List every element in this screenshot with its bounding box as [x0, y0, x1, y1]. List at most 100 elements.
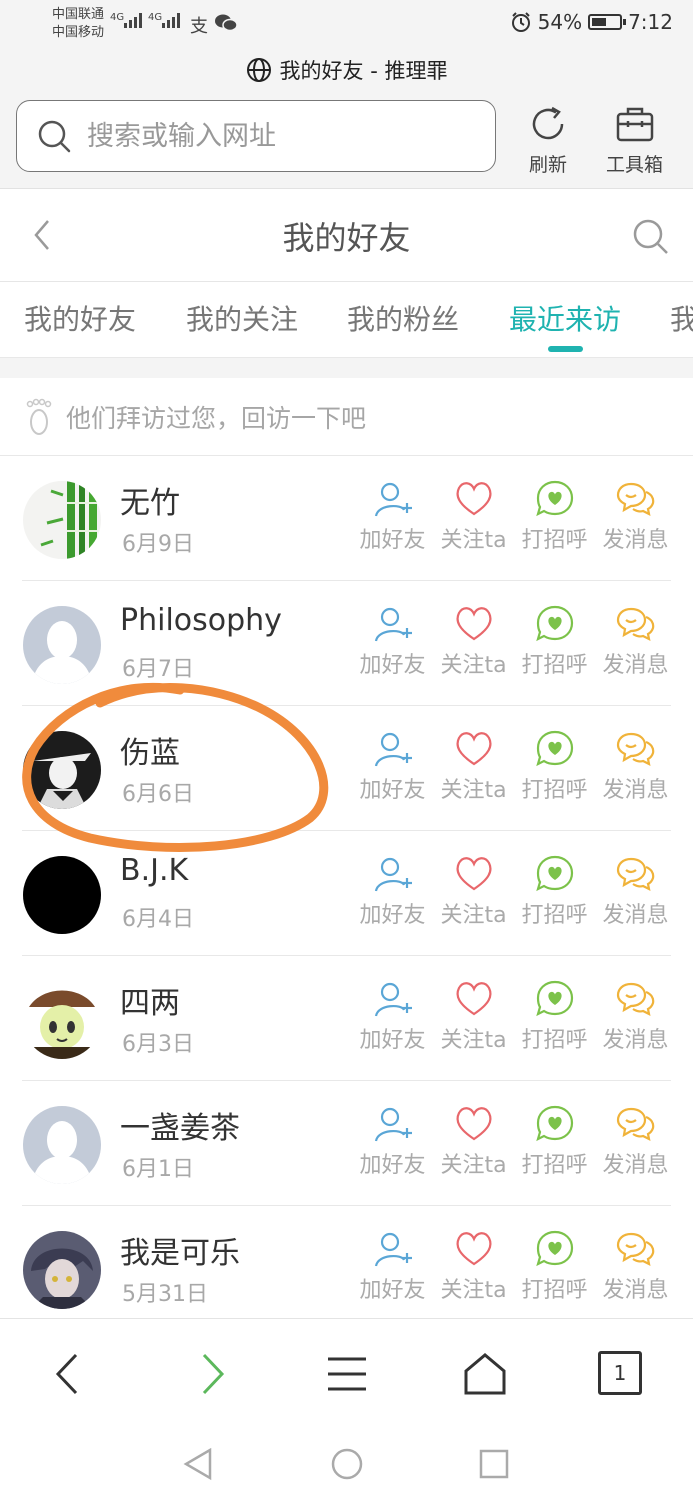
- visitor-name[interactable]: Philosophy: [120, 603, 282, 638]
- greet-icon: [535, 605, 573, 642]
- browser-back-icon[interactable]: [44, 1349, 94, 1399]
- greet-icon: [535, 730, 573, 767]
- alarm-icon: [511, 12, 530, 32]
- visitor-row[interactable]: B.J.K 6月4日 加好友 关注ta 打招呼 发消息: [0, 831, 693, 956]
- add-friend-button[interactable]: 加好友: [352, 853, 433, 929]
- follow-button[interactable]: 关注ta: [433, 978, 514, 1054]
- clock: 7:12: [628, 10, 673, 34]
- avatar[interactable]: [23, 981, 101, 1059]
- add-friend-icon: [374, 732, 412, 767]
- status-bar: 中国联通 中国移动 4G 4G 支 54% 7:12: [0, 0, 693, 48]
- visitor-name[interactable]: 一盏姜茶: [120, 1103, 240, 1147]
- tab-fans[interactable]: 我的粉丝: [347, 298, 459, 338]
- system-recents-icon[interactable]: [474, 1444, 514, 1484]
- greet-button[interactable]: 打招呼: [514, 1228, 595, 1304]
- visitor-name[interactable]: B.J.K: [120, 853, 188, 888]
- visitor-row[interactable]: 四两 6月3日 加好友 关注ta 打招呼 发消息: [0, 956, 693, 1081]
- tabs-counter-icon[interactable]: 1: [598, 1351, 642, 1395]
- visitor-name[interactable]: 无竹: [120, 478, 180, 522]
- visit-date: 6月3日: [122, 1032, 194, 1057]
- follow-label: 关注ta: [440, 1278, 507, 1303]
- visitor-row[interactable]: 我是可乐 5月31日 加好友 关注ta 打招呼 发消息: [0, 1206, 693, 1318]
- avatar[interactable]: [23, 731, 101, 809]
- add-friend-button[interactable]: 加好友: [352, 1103, 433, 1179]
- visitor-list: 无竹 6月9日 加好友 关注ta 打招呼 发消息 Philosophy 6月7日 加好友 关注ta…: [0, 456, 693, 1318]
- follow-button[interactable]: 关注ta: [433, 728, 514, 804]
- visitor-row[interactable]: 伤蓝 6月6日 加好友 关注ta 打招呼 发消息: [0, 706, 693, 831]
- refresh-button[interactable]: 刷新: [526, 102, 570, 177]
- visitor-actions: 加好友 关注ta 打招呼 发消息: [352, 603, 676, 679]
- heart-icon: [455, 607, 492, 641]
- message-icon: [616, 982, 654, 1016]
- add-friend-label: 加好友: [359, 528, 426, 553]
- add-friend-button[interactable]: 加好友: [352, 1228, 433, 1304]
- visitor-name[interactable]: 我是可乐: [120, 1228, 240, 1272]
- follow-button[interactable]: 关注ta: [433, 478, 514, 554]
- system-home-icon[interactable]: [327, 1444, 367, 1484]
- greet-button[interactable]: 打招呼: [514, 603, 595, 679]
- avatar[interactable]: [23, 1106, 101, 1184]
- url-input[interactable]: [87, 120, 467, 152]
- tab-following[interactable]: 我的关注: [186, 298, 298, 338]
- home-icon[interactable]: [460, 1349, 510, 1399]
- greet-button[interactable]: 打招呼: [514, 1103, 595, 1179]
- hint-text: 他们拜访过您，回访一下吧: [66, 403, 367, 433]
- message-button[interactable]: 发消息: [595, 603, 676, 679]
- message-button[interactable]: 发消息: [595, 1103, 676, 1179]
- message-button[interactable]: 发消息: [595, 728, 676, 804]
- visitor-row[interactable]: 无竹 6月9日 加好友 关注ta 打招呼 发消息: [0, 456, 693, 581]
- visitor-name[interactable]: 四两: [120, 978, 180, 1022]
- greet-button[interactable]: 打招呼: [514, 478, 595, 554]
- add-friend-button[interactable]: 加好友: [352, 478, 433, 554]
- refresh-icon: [532, 106, 564, 140]
- add-friend-icon: [374, 482, 412, 517]
- tab-recent-visitors[interactable]: 最近来访: [509, 298, 621, 338]
- visit-date: 6月4日: [122, 907, 194, 932]
- visitor-row[interactable]: 一盏姜茶 6月1日 加好友 关注ta 打招呼 发消息: [0, 1081, 693, 1206]
- message-button[interactable]: 发消息: [595, 478, 676, 554]
- menu-icon[interactable]: [322, 1349, 372, 1399]
- follow-button[interactable]: 关注ta: [433, 1103, 514, 1179]
- greet-icon: [535, 1230, 573, 1267]
- tab-bar: 我的好友 我的关注 我的粉丝 最近来访 我: [0, 282, 693, 358]
- follow-button[interactable]: 关注ta: [433, 603, 514, 679]
- avatar[interactable]: [23, 481, 101, 559]
- message-button[interactable]: 发消息: [595, 1228, 676, 1304]
- avatar[interactable]: [23, 606, 101, 684]
- carrier-2: 中国移动: [52, 25, 105, 40]
- add-friend-button[interactable]: 加好友: [352, 978, 433, 1054]
- follow-button[interactable]: 关注ta: [433, 1228, 514, 1304]
- greet-button[interactable]: 打招呼: [514, 853, 595, 929]
- visitor-actions: 加好友 关注ta 打招呼 发消息: [352, 978, 676, 1054]
- search-icon[interactable]: [631, 217, 671, 257]
- visit-date: 6月1日: [122, 1157, 194, 1182]
- toolbox-button[interactable]: 工具箱: [606, 102, 663, 177]
- avatar[interactable]: [23, 1231, 101, 1309]
- message-button[interactable]: 发消息: [595, 978, 676, 1054]
- greet-button[interactable]: 打招呼: [514, 728, 595, 804]
- tab-my-friends[interactable]: 我的好友: [24, 298, 136, 338]
- add-friend-button[interactable]: 加好友: [352, 603, 433, 679]
- visitor-name[interactable]: 伤蓝: [120, 728, 180, 772]
- heart-icon: [455, 482, 492, 516]
- network-type-1: 4G: [110, 12, 125, 23]
- system-back-icon[interactable]: [180, 1444, 220, 1484]
- greet-label: 打招呼: [521, 778, 588, 803]
- follow-button[interactable]: 关注ta: [433, 853, 514, 929]
- greet-button[interactable]: 打招呼: [514, 978, 595, 1054]
- url-search-box[interactable]: [16, 100, 496, 172]
- tab-more[interactable]: 我: [670, 298, 693, 338]
- add-friend-label: 加好友: [359, 903, 426, 928]
- visitor-row[interactable]: Philosophy 6月7日 加好友 关注ta 打招呼 发消息: [0, 581, 693, 706]
- browser-forward-icon[interactable]: [186, 1349, 236, 1399]
- message-button[interactable]: 发消息: [595, 853, 676, 929]
- add-friend-button[interactable]: 加好友: [352, 728, 433, 804]
- tab-indicator: [548, 346, 583, 352]
- avatar[interactable]: [23, 856, 101, 934]
- greet-label: 打招呼: [521, 1278, 588, 1303]
- carrier-info: 中国联通 中国移动: [52, 6, 104, 42]
- follow-label: 关注ta: [440, 1153, 507, 1178]
- message-label: 发消息: [602, 528, 669, 553]
- greet-icon: [535, 855, 573, 892]
- follow-label: 关注ta: [440, 653, 507, 678]
